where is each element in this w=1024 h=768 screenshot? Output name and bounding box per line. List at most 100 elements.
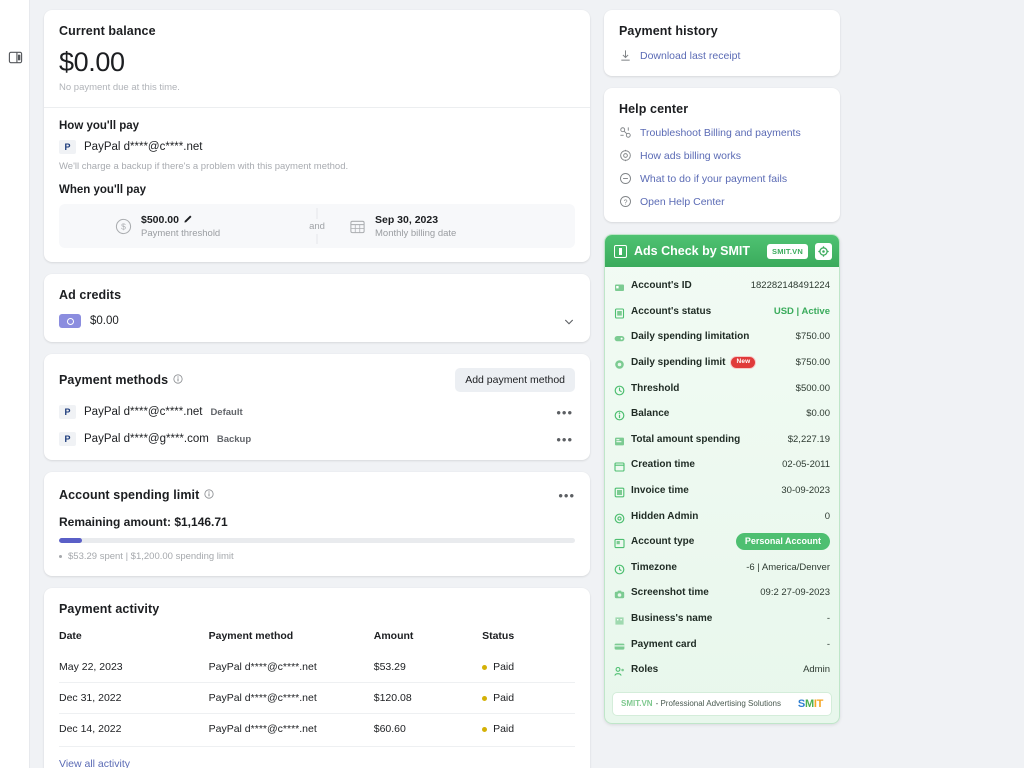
- chevron-down-icon[interactable]: [563, 315, 575, 333]
- help-link-payment-fails[interactable]: What to do if your payment fails: [619, 172, 825, 185]
- payment-method-tag: Backup: [216, 433, 252, 445]
- spending-limit-note: $53.29 spent | $1,200.00 spending limit: [68, 551, 234, 562]
- smit-row-value: $0.00: [806, 408, 830, 420]
- status-dot-icon: [482, 695, 488, 701]
- when-you-pay-label: When you'll pay: [59, 184, 147, 196]
- spending-limit-note-row: $53.29 spent | $1,200.00 spending limit: [59, 551, 575, 562]
- smit-row-label: Account's status: [631, 305, 712, 317]
- smit-row-label: Daily spending limit: [631, 357, 726, 369]
- table-row: Dec 14, 2022 PayPal d****@c****.net $60.…: [59, 713, 575, 744]
- payment-threshold-block[interactable]: $ $500.00 Payment threshold: [59, 214, 317, 239]
- sidebar-toggle-button[interactable]: [6, 48, 25, 67]
- payment-activity-title: Payment activity: [59, 602, 160, 616]
- cell-status: Paid: [482, 682, 575, 714]
- smit-panel-title: Ads Check by SMIT: [634, 244, 750, 258]
- add-payment-method-button[interactable]: Add payment method: [455, 368, 575, 392]
- smit-row-label: Balance: [631, 408, 670, 420]
- download-last-receipt-link[interactable]: Download last receipt: [619, 49, 825, 62]
- account-type-icon: [614, 536, 625, 549]
- payment-activity-card: Payment activity Date Payment method Amo…: [44, 588, 590, 768]
- smit-row-value: $750.00: [795, 357, 830, 369]
- threshold-icon: [614, 383, 625, 396]
- balance-icon: [614, 408, 625, 421]
- smit-row-value: 0: [824, 510, 830, 522]
- smit-row: Daily spending limitation $750.00: [614, 324, 830, 350]
- ad-credits-card: Ad credits $0.00: [44, 274, 590, 342]
- smit-row-label: Invoice time: [631, 485, 689, 497]
- status-badge: Paid: [493, 692, 515, 704]
- payment-method-menu-button[interactable]: •••: [556, 433, 573, 446]
- threshold-value-row: $500.00: [141, 214, 220, 226]
- smit-row: Creation time 02-05-2011: [614, 452, 830, 478]
- table-row: Dec 31, 2022 PayPal d****@c****.net $120…: [59, 682, 575, 714]
- smit-row-value: 09:2 27-09-2023: [760, 587, 830, 599]
- help-link-label: Open Help Center: [640, 195, 725, 208]
- business-icon: [614, 613, 625, 625]
- svg-text:?: ?: [624, 199, 628, 206]
- cell-method: PayPal d****@c****.net: [208, 661, 317, 673]
- cell-date: Dec 31, 2022: [59, 682, 209, 714]
- smit-row-value: $2,227.19: [787, 433, 830, 445]
- secondary-column: Payment history Download last receipt He…: [604, 10, 840, 768]
- help-link-label: What to do if your payment fails: [640, 172, 788, 185]
- smit-row: Timezone -6 | America/Denver: [614, 555, 830, 581]
- smit-row: Payment card -: [614, 631, 830, 657]
- column-header-method: Payment method: [208, 630, 294, 642]
- smit-row-label: Timezone: [631, 561, 677, 573]
- cell-amount: $120.08: [373, 682, 483, 714]
- smit-row-label: Total amount spending: [631, 433, 741, 445]
- smit-row-label: Hidden Admin: [631, 510, 699, 522]
- payment-method-name: PayPal d****@g****.com: [84, 433, 209, 445]
- billing-page: Current balance $0.00 No payment due at …: [0, 0, 1024, 768]
- cell-status: Paid: [482, 713, 575, 744]
- help-center-card: Help center Troubleshoot Billing and pay…: [604, 88, 840, 222]
- primary-method-row: P PayPal d****@c****.net: [59, 140, 575, 154]
- payment-method-item: P PayPal d****@c****.net Default •••: [59, 405, 575, 419]
- smit-row: Balance $0.00: [614, 401, 830, 427]
- smit-wordmark-icon: SMIT: [797, 697, 823, 710]
- smit-row-value: -6 | America/Denver: [746, 561, 830, 573]
- status-icon: [614, 306, 625, 319]
- smit-row-value: $500.00: [795, 382, 830, 394]
- cell-status: Paid: [482, 652, 575, 683]
- calendar-icon: [349, 218, 366, 235]
- billing-date-block: Sep 30, 2023 Monthly billing date: [317, 214, 575, 239]
- billing-gear-icon: [619, 149, 632, 162]
- smit-panel-header: Ads Check by SMIT SMIT.VN: [605, 235, 839, 267]
- info-icon[interactable]: [204, 486, 214, 504]
- view-all-activity-link[interactable]: View all activity: [59, 746, 575, 768]
- column-header-amount: Amount: [373, 630, 414, 642]
- hidden-admin-icon: [614, 511, 625, 524]
- ad-credits-row: $0.00: [59, 314, 575, 328]
- status-badge: Paid: [493, 661, 515, 673]
- payment-methods-title-group: Payment methods: [59, 371, 183, 389]
- download-last-receipt-label: Download last receipt: [640, 49, 741, 62]
- smit-row: Screenshot time 09:2 27-09-2023: [614, 580, 830, 606]
- smit-row: Invoice time 30-09-2023: [614, 478, 830, 504]
- smit-panel-footer: SMIT.VN - Professional Advertising Solut…: [612, 691, 832, 716]
- spending-limit-title: Account spending limit: [59, 488, 200, 502]
- billing-date-value: Sep 30, 2023: [375, 213, 439, 226]
- help-link-how-ads-billing-works[interactable]: How ads billing works: [619, 149, 825, 162]
- help-link-troubleshoot[interactable]: Troubleshoot Billing and payments: [619, 126, 825, 139]
- backup-note: We'll charge a backup if there's a probl…: [59, 161, 349, 172]
- smit-vn-badge[interactable]: SMIT.VN: [767, 243, 808, 259]
- column-header-date: Date: [59, 630, 82, 642]
- remaining-amount: Remaining amount: $1,146.71: [59, 515, 228, 529]
- payment-methods-card: Payment methods Add payment method P Pay…: [44, 354, 590, 460]
- gear-icon[interactable]: [815, 242, 832, 260]
- spending-limit-menu-button[interactable]: •••: [558, 489, 575, 502]
- help-link-open-help-center[interactable]: ? Open Help Center: [619, 195, 825, 208]
- edit-pencil-icon[interactable]: [184, 214, 193, 226]
- invoice-icon: [614, 485, 625, 498]
- table-row: May 22, 2023 PayPal d****@c****.net $53.…: [59, 652, 575, 683]
- help-center-title: Help center: [619, 102, 689, 116]
- payment-history-title: Payment history: [619, 24, 718, 38]
- smit-logo-icon: [614, 244, 627, 258]
- payment-method-menu-button[interactable]: •••: [556, 406, 573, 419]
- info-icon[interactable]: [173, 371, 183, 389]
- primary-column: Current balance $0.00 No payment due at …: [44, 10, 590, 768]
- cell-date: Dec 14, 2022: [59, 713, 209, 744]
- payment-history-card: Payment history Download last receipt: [604, 10, 840, 76]
- smit-row-value: 182282148491224: [750, 280, 830, 292]
